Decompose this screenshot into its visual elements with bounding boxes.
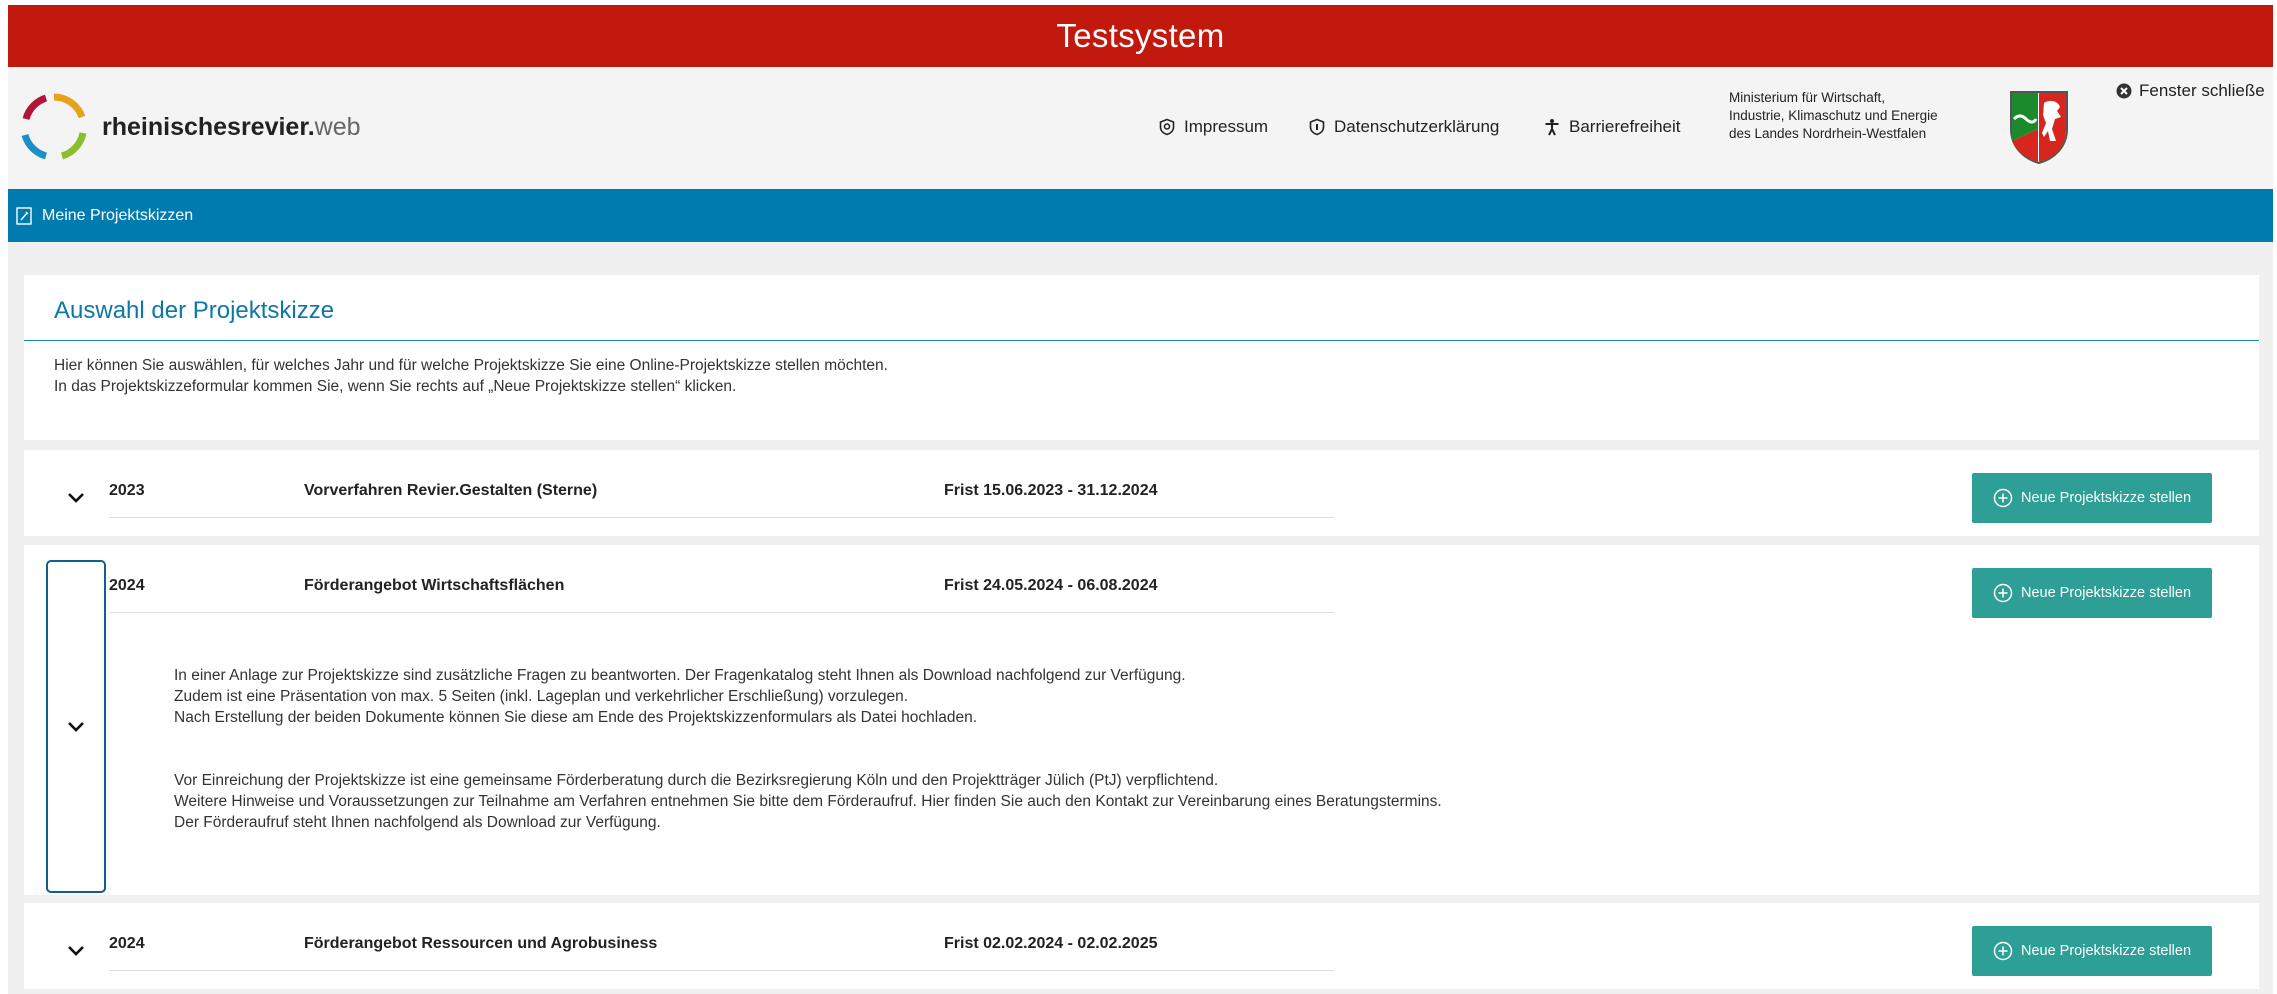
row-details-block-2: Vor Einreichung der Projektskizze ist ei… bbox=[174, 770, 1442, 833]
row-details-block-1: In einer Anlage zur Projektskizze sind z… bbox=[174, 665, 1186, 728]
new-projektskizze-button[interactable]: Neue Projektskizze stellen bbox=[1972, 926, 2212, 976]
logo-text-bold: rheinischesrevier. bbox=[102, 112, 315, 141]
row-deadline: Frist 15.06.2023 - 31.12.2024 bbox=[944, 482, 1158, 499]
site-logo-text: rheinischesrevier.web bbox=[102, 113, 361, 142]
row-divider bbox=[109, 970, 1334, 971]
row-deadline: Frist 24.05.2024 - 06.08.2024 bbox=[944, 577, 1158, 594]
row-year: 2024 bbox=[109, 935, 145, 952]
close-window-button[interactable]: Fenster schließe bbox=[2116, 81, 2265, 101]
nav-impressum-label: Impressum bbox=[1184, 117, 1269, 136]
chevron-down-icon bbox=[68, 946, 84, 956]
row-divider bbox=[109, 517, 1334, 518]
intro-line-2: In das Projektskizzeformular kommen Sie,… bbox=[54, 378, 737, 395]
app-frame: Testsystem rheinischesrevier.web Impress… bbox=[8, 5, 2273, 994]
expand-toggle-button[interactable] bbox=[46, 560, 106, 893]
intro-card: Auswahl der Projektskizze Hier können Si… bbox=[24, 275, 2259, 440]
logo-text-web: web bbox=[314, 112, 361, 141]
row-title: Förderangebot Wirtschaftsflächen bbox=[304, 577, 565, 594]
nrw-coat-of-arms-icon bbox=[2010, 91, 2068, 165]
chevron-down-icon bbox=[68, 493, 84, 503]
intro-text: Hier können Sie auswählen, für welches J… bbox=[54, 355, 888, 397]
nav-barrierefreiheit[interactable]: Barrierefreiheit bbox=[1543, 117, 1681, 137]
meine-projektskizzen-link[interactable]: Meine Projektskizzen bbox=[42, 207, 193, 225]
impressum-icon bbox=[1159, 118, 1175, 136]
new-projektskizze-label: Neue Projektskizze stellen bbox=[2020, 490, 2192, 506]
ministry-line-2: Industrie, Klimaschutz und Energie bbox=[1729, 108, 1938, 123]
title-divider bbox=[24, 340, 2259, 341]
nav-datenschutz[interactable]: Datenschutzerklärung bbox=[1308, 117, 1499, 137]
list-item: 2024 Förderangebot Ressourcen und Agrobu… bbox=[24, 903, 2259, 989]
ministry-line-3: des Landes Nordrhein-Westfalen bbox=[1729, 126, 1927, 141]
expand-toggle-button[interactable] bbox=[46, 478, 106, 518]
nav-datenschutz-label: Datenschutzerklärung bbox=[1334, 117, 1500, 136]
list-item: 2024 Förderangebot Wirtschaftsflächen Fr… bbox=[24, 545, 2259, 895]
nav-impressum[interactable]: Impressum bbox=[1158, 117, 1268, 137]
banner-title: Testsystem bbox=[1056, 17, 1225, 54]
row-year: 2024 bbox=[109, 577, 145, 594]
site-logo[interactable]: rheinischesrevier.web bbox=[18, 91, 361, 163]
row-year: 2023 bbox=[109, 482, 145, 499]
breadcrumb-bar: Meine Projektskizzen bbox=[8, 189, 2273, 242]
close-circle-icon bbox=[2116, 83, 2132, 99]
intro-line-1: Hier können Sie auswählen, für welches J… bbox=[54, 357, 888, 374]
new-projektskizze-button[interactable]: Neue Projektskizze stellen bbox=[1972, 568, 2212, 618]
chevron-down-icon bbox=[68, 721, 84, 732]
row-divider bbox=[109, 612, 1334, 613]
detail-line: Vor Einreichung der Projektskizze ist ei… bbox=[174, 772, 1219, 789]
detail-line: In einer Anlage zur Projektskizze sind z… bbox=[174, 667, 1186, 684]
detail-line: Zudem ist eine Präsentation von max. 5 S… bbox=[174, 688, 909, 705]
row-title: Förderangebot Ressourcen und Agrobusines… bbox=[304, 935, 658, 952]
plus-circle-icon bbox=[1993, 488, 2013, 508]
new-projektskizze-label: Neue Projektskizze stellen bbox=[2020, 585, 2192, 601]
nav-barrierefreiheit-label: Barrierefreiheit bbox=[1569, 117, 1681, 136]
ministry-line-1: Ministerium für Wirtschaft, bbox=[1729, 90, 1886, 105]
site-header: rheinischesrevier.web Impressum Datensch… bbox=[8, 67, 2273, 189]
plus-circle-icon bbox=[1993, 583, 2013, 603]
detail-line: Weitere Hinweise und Voraussetzungen zur… bbox=[174, 793, 1442, 810]
page-title: Auswahl der Projektskizze bbox=[54, 297, 335, 324]
close-window-label: Fenster schließe bbox=[2139, 81, 2265, 100]
detail-line: Nach Erstellung der beiden Dokumente kön… bbox=[174, 709, 978, 726]
detail-line: Der Förderaufruf steht Ihnen nachfolgend… bbox=[174, 814, 661, 831]
new-projektskizze-label: Neue Projektskizze stellen bbox=[2020, 943, 2192, 959]
privacy-shield-icon bbox=[1309, 118, 1325, 136]
document-edit-icon bbox=[16, 206, 32, 225]
accessibility-icon bbox=[1545, 119, 1559, 136]
expand-toggle-button[interactable] bbox=[46, 931, 106, 971]
test-system-banner: Testsystem bbox=[8, 5, 2273, 67]
plus-circle-icon bbox=[1993, 941, 2013, 961]
row-deadline: Frist 02.02.2024 - 02.02.2025 bbox=[944, 935, 1158, 952]
ministry-text: Ministerium für Wirtschaft, Industrie, K… bbox=[1729, 89, 1938, 143]
revier-logo-icon bbox=[21, 93, 87, 160]
new-projektskizze-button[interactable]: Neue Projektskizze stellen bbox=[1972, 473, 2212, 523]
row-title: Vorverfahren Revier.Gestalten (Sterne) bbox=[304, 482, 598, 499]
list-item: 2023 Vorverfahren Revier.Gestalten (Ster… bbox=[24, 450, 2259, 536]
